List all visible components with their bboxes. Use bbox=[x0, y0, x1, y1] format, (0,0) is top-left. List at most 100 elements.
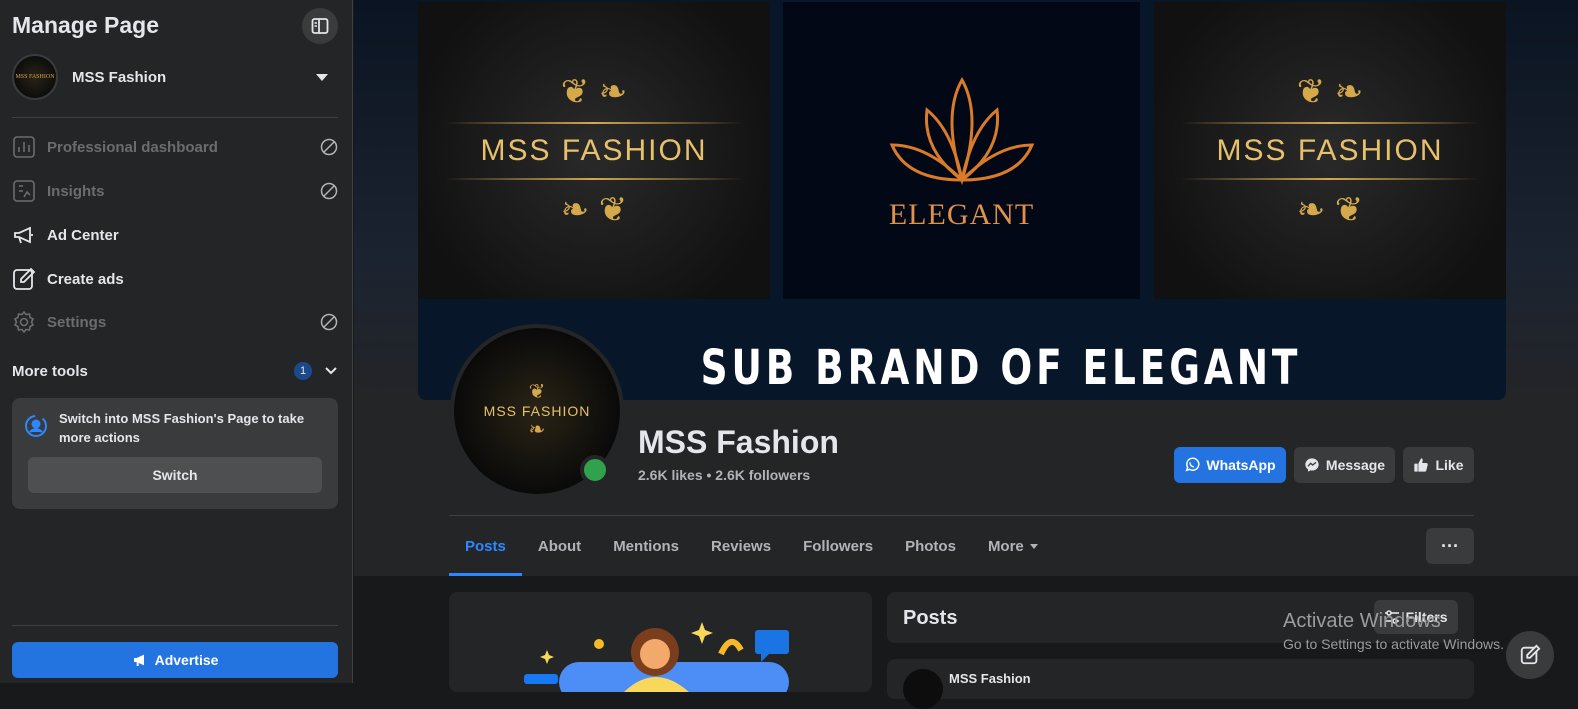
tab-mentions[interactable]: Mentions bbox=[597, 516, 695, 576]
page-switcher[interactable]: MSS FASHION MSS Fashion bbox=[12, 54, 338, 100]
profile-logo-text: MSS FASHION bbox=[483, 403, 591, 419]
tab-posts[interactable]: Posts bbox=[449, 516, 522, 576]
watermark-line-1: Activate Windows bbox=[1283, 610, 1441, 632]
ornament-line bbox=[1180, 121, 1480, 124]
sidebar-item-ad-center[interactable]: Ad Center bbox=[12, 215, 338, 255]
tab-label: Reviews bbox=[711, 537, 772, 555]
gear-icon bbox=[12, 310, 36, 334]
caret-down-icon bbox=[1029, 543, 1038, 549]
tab-label: Mentions bbox=[613, 537, 680, 555]
posts-title: Posts bbox=[903, 607, 958, 629]
collapse-sidebar-button[interactable] bbox=[302, 8, 338, 44]
more-tools-label: More tools bbox=[12, 362, 88, 380]
switch-button[interactable]: Switch bbox=[28, 457, 322, 493]
tab-label: About bbox=[537, 537, 582, 555]
page-tabs: Posts About Mentions Reviews Followers P… bbox=[449, 516, 1054, 576]
switch-profile-icon bbox=[25, 415, 47, 437]
tab-label: Followers bbox=[803, 537, 874, 555]
manage-page-sidebar: Manage Page MSS FASHION MSS Fashion Prof… bbox=[0, 0, 353, 683]
page-avatar: MSS FASHION bbox=[12, 54, 58, 100]
tab-followers[interactable]: Followers bbox=[787, 516, 889, 576]
post-author-avatar[interactable] bbox=[903, 669, 943, 709]
watermark-line-2: Go to Settings to activate Windows. bbox=[1283, 636, 1504, 652]
whatsapp-icon bbox=[1185, 457, 1200, 472]
insights-icon bbox=[12, 179, 36, 203]
sidebar-title: Manage Page bbox=[12, 12, 159, 38]
likes-followers-count[interactable]: 2.6K likes • 2.6K followers bbox=[638, 467, 810, 483]
tab-reviews[interactable]: Reviews bbox=[695, 516, 787, 576]
megaphone-icon bbox=[12, 223, 36, 247]
blocked-icon bbox=[320, 182, 338, 200]
cover-brand-left: MSS FASHION bbox=[480, 133, 708, 167]
page-title: MSS Fashion bbox=[638, 424, 839, 460]
chevron-down-icon bbox=[316, 73, 328, 81]
tab-label: Posts bbox=[465, 537, 506, 555]
lotus-logo-icon bbox=[889, 76, 1034, 185]
tab-label: Photos bbox=[905, 537, 956, 555]
ornament-icon: ❧ ❦ bbox=[1296, 190, 1364, 229]
switch-card-text: Switch into MSS Fashion's Page to take m… bbox=[59, 411, 305, 445]
cover-brand-center: ELEGANT bbox=[888, 197, 1035, 231]
megaphone-icon bbox=[133, 654, 144, 666]
sidebar-item-label: Create ads bbox=[47, 270, 124, 288]
sidebar-item-insights[interactable]: Insights bbox=[12, 171, 338, 211]
cover-panel-right: ❦ ❧ MSS FASHION ❧ ❦ bbox=[1154, 2, 1506, 299]
page-main: ❦ ❧ MSS FASHION ❧ ❦ ELEGANT ❦ ❧ MSS FASH… bbox=[354, 0, 1578, 709]
ornament-icon: ❧ bbox=[528, 419, 546, 441]
welcome-illustration-card bbox=[449, 592, 872, 692]
tab-about[interactable]: About bbox=[522, 516, 597, 576]
more-tools-toggle[interactable]: More tools 1 bbox=[12, 358, 338, 384]
ornament-icon: ❦ ❧ bbox=[1296, 72, 1364, 111]
message-label: Message bbox=[1325, 457, 1386, 473]
sidebar-item-professional-dashboard[interactable]: Professional dashboard bbox=[12, 127, 338, 167]
compose-icon bbox=[1520, 644, 1541, 665]
cover-tagline: SUB BRAND OF ELEGANT bbox=[700, 340, 1302, 396]
sidebar-divider bbox=[12, 625, 338, 626]
sidebar-item-label: Ad Center bbox=[47, 226, 119, 244]
edit-icon bbox=[12, 267, 36, 291]
online-status-indicator bbox=[580, 455, 610, 485]
advertise-label: Advertise bbox=[154, 652, 219, 668]
advertise-button[interactable]: Advertise bbox=[12, 642, 338, 678]
blocked-icon bbox=[320, 138, 338, 156]
chevron-down-icon bbox=[325, 367, 337, 375]
illustration-image bbox=[524, 622, 789, 692]
switch-page-card: Switch into MSS Fashion's Page to take m… bbox=[12, 398, 338, 509]
messenger-icon bbox=[1305, 458, 1319, 472]
message-button[interactable]: Message bbox=[1294, 447, 1395, 483]
ornament-line bbox=[444, 177, 744, 180]
ornament-line bbox=[1180, 177, 1480, 180]
whatsapp-label: WhatsApp bbox=[1206, 457, 1276, 473]
sidebar-item-label: Settings bbox=[47, 313, 107, 331]
sidebar-item-settings[interactable]: Settings bbox=[12, 302, 338, 342]
blocked-icon bbox=[320, 313, 338, 331]
sidebar-item-label: Professional dashboard bbox=[47, 138, 218, 156]
sidebar-toggle-icon bbox=[311, 18, 329, 34]
ornament-line bbox=[444, 121, 744, 124]
bar-chart-icon bbox=[12, 135, 36, 159]
new-message-button[interactable] bbox=[1506, 631, 1554, 679]
cover-brand-right: MSS FASHION bbox=[1216, 133, 1444, 167]
ornament-icon: ❦ ❧ bbox=[560, 72, 628, 111]
post-author-name[interactable]: MSS Fashion bbox=[949, 671, 1031, 686]
tab-more[interactable]: More bbox=[972, 516, 1054, 576]
more-options-button[interactable]: ··· bbox=[1426, 528, 1474, 564]
cover-panel-center: ELEGANT bbox=[783, 2, 1140, 299]
cover-panel-left: ❦ ❧ MSS FASHION ❧ ❦ bbox=[418, 2, 770, 299]
windows-activation-watermark: Activate Windows Go to Settings to activ… bbox=[1283, 610, 1504, 652]
notification-badge: 1 bbox=[294, 362, 312, 380]
tab-photos[interactable]: Photos bbox=[889, 516, 972, 576]
sidebar-item-label: Insights bbox=[47, 182, 105, 200]
like-button[interactable]: Like bbox=[1403, 447, 1474, 483]
page-switcher-name: MSS Fashion bbox=[72, 68, 167, 86]
sidebar-divider bbox=[12, 117, 338, 118]
post-preview-card: MSS Fashion bbox=[887, 659, 1474, 709]
tab-label: More bbox=[987, 537, 1024, 555]
ornament-icon: ❧ ❦ bbox=[560, 190, 628, 229]
ornament-icon: ❦ bbox=[528, 381, 546, 403]
page-avatar-logo: MSS FASHION bbox=[15, 74, 55, 80]
sidebar-item-create-ads[interactable]: Create ads bbox=[12, 259, 338, 299]
like-label: Like bbox=[1435, 457, 1464, 473]
whatsapp-button[interactable]: WhatsApp bbox=[1174, 447, 1286, 483]
thumbs-up-icon bbox=[1414, 458, 1429, 472]
